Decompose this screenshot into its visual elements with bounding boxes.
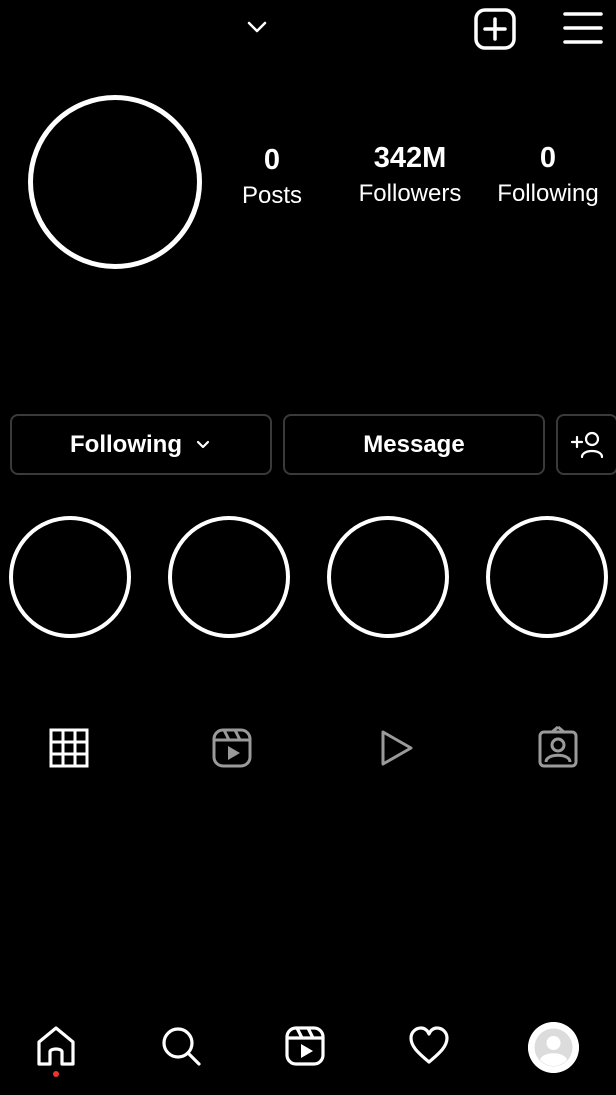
add-post-icon[interactable] [472,6,518,52]
reels-icon[interactable] [210,726,254,770]
following-stat[interactable]: 0 Following [486,141,610,209]
followers-stat[interactable]: 342M Followers [350,141,470,209]
posts-label: Posts [241,182,303,209]
followers-label: Followers [358,180,462,207]
heart-icon[interactable] [407,1024,451,1068]
posts-count: 0 [263,144,281,176]
default-avatar-icon [528,1022,579,1073]
posts-stat[interactable]: 0 Posts [222,143,322,211]
story-highlight[interactable] [327,516,449,638]
story-highlight[interactable] [9,516,131,638]
chevron-down-icon [196,440,210,448]
home-icon[interactable] [34,1024,78,1068]
following-button[interactable]: Following [10,414,272,475]
suggested-users-button[interactable] [556,414,616,475]
story-highlight[interactable] [486,516,608,638]
grid-icon[interactable] [47,726,91,770]
video-play-icon[interactable] [374,726,418,770]
following-count: 0 [539,142,557,174]
add-user-icon [570,431,604,458]
story-highlight[interactable] [168,516,290,638]
profile-avatar[interactable] [528,1022,579,1073]
message-button-label: Message [363,430,465,458]
reels-icon[interactable] [283,1024,327,1068]
following-button-label: Following [70,430,182,458]
message-button[interactable]: Message [283,414,545,475]
chevron-down-icon[interactable] [244,14,270,40]
profile-avatar[interactable] [28,95,202,269]
followers-count: 342M [373,142,447,174]
notification-dot [53,1071,59,1077]
following-label: Following [497,180,599,207]
tagged-icon[interactable] [536,726,580,770]
search-icon[interactable] [159,1024,203,1068]
menu-icon[interactable] [560,8,606,48]
